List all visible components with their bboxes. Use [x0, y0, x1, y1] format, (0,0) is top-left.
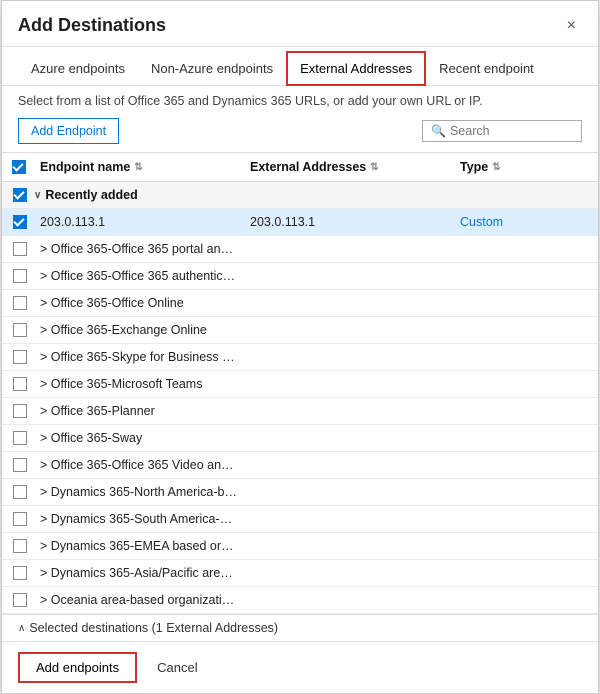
table-row: > Dynamics 365-Asia/Pacific area-base... [2, 560, 598, 587]
group-address-cell [244, 189, 454, 201]
table-row: > Dynamics 365-North America-based ... [2, 479, 598, 506]
row-name-10: > Office 365-Office 365 Video and Micr..… [34, 452, 244, 478]
col-addresses: External Addresses ⇅ [244, 153, 454, 181]
row-checkbox-3[interactable] [13, 269, 27, 283]
tab-external[interactable]: External Addresses [286, 51, 426, 86]
add-endpoint-button[interactable]: Add Endpoint [18, 118, 119, 144]
row-checkbox-cell [6, 209, 34, 235]
row-name-12: > Dynamics 365-South America-based ... [34, 506, 244, 532]
dialog-header: Add Destinations × [2, 1, 598, 47]
group-checkbox-recently-added[interactable] [13, 188, 27, 202]
toolbar: Add Endpoint 🔍 [2, 114, 598, 152]
table-row: > Dynamics 365-EMEA based organizat... [2, 533, 598, 560]
row-name-9: > Office 365-Sway [34, 425, 244, 451]
row-checkbox-2[interactable] [13, 242, 27, 256]
group-row-recently-added: ∨ Recently added [2, 182, 598, 209]
add-destinations-dialog: Add Destinations × Azure endpoints Non-A… [1, 0, 599, 694]
name-sort-icon[interactable]: ⇅ [134, 162, 142, 173]
search-icon: 🔍 [431, 124, 446, 138]
row-checkbox-13[interactable] [13, 539, 27, 553]
row-checkbox-10[interactable] [13, 458, 27, 472]
col-scroll [574, 153, 594, 181]
row-checkbox-9[interactable] [13, 431, 27, 445]
tab-recent[interactable]: Recent endpoint [426, 51, 547, 86]
row-name-2: > Office 365-Office 365 portal and shar.… [34, 236, 244, 262]
dialog-title: Add Destinations [18, 15, 166, 36]
table-row: > Office 365-Sway [2, 425, 598, 452]
col-checkbox [6, 153, 34, 181]
row-checkbox-4[interactable] [13, 296, 27, 310]
table-area: Endpoint name ⇅ External Addresses ⇅ Typ… [2, 152, 598, 614]
row-name-15: > Oceania area-based organizations [34, 587, 244, 613]
row-checkbox-14[interactable] [13, 566, 27, 580]
caret-icon: ∧ [18, 623, 25, 634]
addresses-sort-icon[interactable]: ⇅ [370, 162, 378, 173]
add-endpoints-button[interactable]: Add endpoints [18, 652, 137, 683]
type-sort-icon[interactable]: ⇅ [492, 162, 500, 173]
table-row: 203.0.113.1 203.0.113.1 Custom [2, 209, 598, 236]
row-name-6: > Office 365-Skype for Business Online [34, 344, 244, 370]
tab-azure[interactable]: Azure endpoints [18, 51, 138, 86]
row-name-1: 203.0.113.1 [34, 209, 244, 235]
row-checkbox-11[interactable] [13, 485, 27, 499]
row-name-14: > Dynamics 365-Asia/Pacific area-base... [34, 560, 244, 586]
col-name: Endpoint name ⇅ [34, 153, 244, 181]
row-name-3: > Office 365-Office 365 authentication .… [34, 263, 244, 289]
table-row: > Office 365-Office Online [2, 290, 598, 317]
table-row: > Office 365-Microsoft Teams [2, 371, 598, 398]
tab-non-azure[interactable]: Non-Azure endpoints [138, 51, 286, 86]
row-name-7: > Office 365-Microsoft Teams [34, 371, 244, 397]
row-name-4: > Office 365-Office Online [34, 290, 244, 316]
selected-destinations-bar[interactable]: ∧ Selected destinations (1 External Addr… [2, 614, 598, 641]
table-row: > Office 365-Planner [2, 398, 598, 425]
table-row: > Office 365-Office 365 authentication .… [2, 263, 598, 290]
search-box[interactable]: 🔍 [422, 120, 582, 142]
table-body: ∨ Recently added 203.0.113.1 203.0.113.1… [2, 182, 598, 614]
group-type-cell [454, 189, 574, 201]
row-checkbox-7[interactable] [13, 377, 27, 391]
search-input[interactable] [450, 124, 573, 138]
row-checkbox-12[interactable] [13, 512, 27, 526]
table-row: > Office 365-Office 365 portal and shar.… [2, 236, 598, 263]
description-text: Select from a list of Office 365 and Dyn… [2, 86, 598, 114]
row-name-5: > Office 365-Exchange Online [34, 317, 244, 343]
col-type: Type ⇅ [454, 153, 574, 181]
group-label-recently-added[interactable]: ∨ Recently added [34, 183, 244, 207]
table-row: > Office 365-Skype for Business Online [2, 344, 598, 371]
row-checkbox-1[interactable] [13, 215, 27, 229]
action-bar: Add endpoints Cancel [2, 641, 598, 693]
close-button[interactable]: × [561, 16, 582, 36]
selected-destinations-label: Selected destinations (1 External Addres… [29, 621, 278, 635]
table-row: > Dynamics 365-South America-based ... [2, 506, 598, 533]
tabs-bar: Azure endpoints Non-Azure endpoints Exte… [2, 51, 598, 86]
row-address-1: 203.0.113.1 [244, 209, 454, 235]
row-name-8: > Office 365-Planner [34, 398, 244, 424]
row-name-13: > Dynamics 365-EMEA based organizat... [34, 533, 244, 559]
row-checkbox-6[interactable] [13, 350, 27, 364]
group-checkbox-cell [6, 182, 34, 208]
row-type-1: Custom [454, 209, 574, 235]
cancel-button[interactable]: Cancel [147, 654, 207, 681]
row-checkbox-5[interactable] [13, 323, 27, 337]
table-row: > Office 365-Office 365 Video and Micr..… [2, 452, 598, 479]
row-checkbox-15[interactable] [13, 593, 27, 607]
table-header: Endpoint name ⇅ External Addresses ⇅ Typ… [2, 153, 598, 182]
row-name-11: > Dynamics 365-North America-based ... [34, 479, 244, 505]
expand-icon: ∨ [34, 190, 41, 201]
table-row: > Oceania area-based organizations [2, 587, 598, 614]
select-all-checkbox[interactable] [12, 160, 26, 174]
table-row: > Office 365-Exchange Online [2, 317, 598, 344]
row-checkbox-8[interactable] [13, 404, 27, 418]
